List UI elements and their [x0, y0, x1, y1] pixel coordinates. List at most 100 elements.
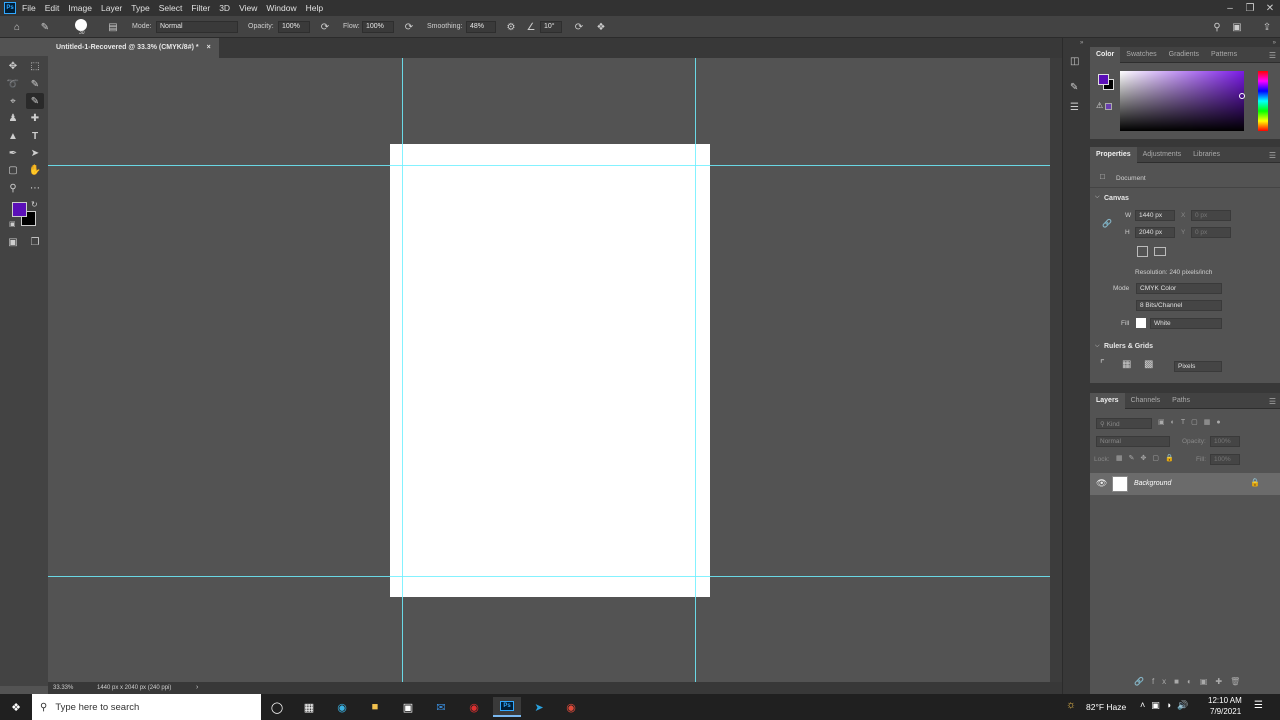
telegram-icon[interactable]: ➤ [527, 697, 551, 717]
weather-icon[interactable]: ☼ [1066, 699, 1076, 711]
lasso-tool-icon[interactable]: ➰ [4, 76, 22, 92]
dock-collapse-icon[interactable]: » [1273, 40, 1276, 46]
grid-icon[interactable]: ▦ [1122, 359, 1131, 370]
menu-filter[interactable]: Filter [191, 3, 210, 13]
opacity-input[interactable]: 100% [278, 21, 310, 33]
x-input[interactable]: 0 px [1191, 210, 1231, 221]
tab-libraries[interactable]: Libraries [1187, 147, 1226, 163]
y-input[interactable]: 0 px [1191, 227, 1231, 238]
lock-icon[interactable]: 🔒 [1250, 478, 1260, 487]
guide-vertical-right[interactable] [695, 58, 696, 682]
airbrush-icon[interactable]: ⟳ [402, 20, 416, 34]
app-red-icon[interactable]: ◉ [462, 697, 486, 717]
bit-depth-select[interactable]: 8 Bits/Channel [1136, 300, 1222, 311]
color-field[interactable] [1120, 71, 1244, 131]
pen-tool-icon[interactable]: ✒ [4, 145, 22, 161]
quick-mask-icon[interactable]: ▣ [4, 234, 22, 250]
move-tool-icon[interactable]: ✥ [4, 58, 22, 74]
brushes-panel-icon[interactable]: ✎ [1070, 82, 1078, 93]
flow-input[interactable]: 100% [362, 21, 394, 33]
file-explorer-icon[interactable]: ■ [363, 697, 387, 717]
zoom-level[interactable]: 33.33% [53, 685, 73, 691]
close-tab-icon[interactable]: × [207, 44, 211, 52]
color-mode-select[interactable]: CMYK Color [1136, 283, 1222, 294]
status-chevron-icon[interactable]: › [196, 684, 198, 691]
stamp-tool-icon[interactable]: ♟ [4, 110, 22, 126]
layer-fill-input[interactable]: 100% [1210, 454, 1240, 465]
collapse-arrows-icon[interactable]: » [1080, 40, 1083, 46]
guide-vertical-left[interactable] [402, 58, 403, 682]
hue-slider[interactable] [1258, 71, 1268, 131]
link-dimensions-icon[interactable]: 🔗 [1102, 219, 1112, 228]
width-input[interactable]: 1440 px [1135, 210, 1175, 221]
tab-layers[interactable]: Layers [1090, 392, 1125, 409]
healing-tool-icon[interactable]: ✚ [26, 110, 44, 126]
blend-mode-select[interactable]: Normal [1096, 436, 1170, 447]
rulers-grids-section-title[interactable]: Rulers & Grids [1104, 343, 1153, 350]
smoothing-input[interactable]: 48% [466, 21, 496, 33]
menu-file[interactable]: File [22, 3, 36, 13]
mode-select[interactable]: Normal [156, 21, 238, 33]
angle-icon[interactable]: ∠ [524, 20, 538, 34]
search-icon[interactable]: ⚲ [1210, 20, 1224, 34]
menu-type[interactable]: Type [131, 3, 149, 13]
history-icon[interactable]: ◫ [1070, 56, 1079, 67]
layer-filter-kind[interactable]: ⚲ Kind [1096, 418, 1152, 429]
document-tab[interactable]: Untitled-1-Recovered @ 33.3% (CMYK/8#) *… [48, 38, 219, 58]
angle-input[interactable]: 10° [540, 21, 562, 33]
crop-tool-icon[interactable]: ⌖ [4, 93, 22, 109]
menu-3d[interactable]: 3D [219, 3, 230, 13]
lock-icons[interactable]: ▦✎✥▢🔒 [1116, 454, 1180, 462]
color-panel-foreground-swatch[interactable] [1098, 74, 1109, 85]
restore-icon[interactable]: ❐ [1240, 0, 1260, 16]
color-picker-cursor[interactable] [1239, 93, 1245, 99]
close-icon[interactable]: ✕ [1260, 0, 1280, 16]
document-canvas[interactable] [390, 144, 710, 597]
gear-icon[interactable]: ⚙ [504, 20, 518, 34]
menu-window[interactable]: Window [266, 3, 296, 13]
chrome-icon[interactable]: ◉ [559, 697, 583, 717]
brush-preset-icon[interactable]: ✎ [38, 20, 52, 34]
mail-icon[interactable]: ✉ [429, 697, 453, 717]
symmetry-icon[interactable]: ❖ [594, 20, 608, 34]
taskbar-search-box[interactable]: ⚲ Type here to search [32, 694, 261, 720]
hand-tool-icon[interactable]: ✋ [26, 162, 44, 178]
tab-patterns[interactable]: Patterns [1205, 47, 1243, 63]
more-tools-icon[interactable]: ⋯ [26, 180, 44, 196]
clock-time[interactable]: 12:10 AM [1208, 696, 1242, 705]
gradient-tool-icon[interactable]: ▲ [4, 128, 22, 144]
guides-icon[interactable]: ▩ [1144, 359, 1153, 370]
type-tool-icon[interactable]: T [26, 128, 44, 144]
web-safe-swatch[interactable] [1105, 103, 1112, 110]
guide-horizontal-top[interactable] [48, 165, 1050, 166]
panel-menu-icon[interactable]: ☰ [1269, 397, 1276, 406]
home-icon[interactable]: ⌂ [10, 20, 24, 34]
swap-colors-icon[interactable]: ↻ [31, 200, 38, 209]
ruler-icon[interactable]: ⌜ [1100, 359, 1105, 370]
workspace-icon[interactable]: ▣ [1230, 20, 1244, 34]
photoshop-taskbar-icon[interactable]: Ps [493, 697, 521, 717]
adjustments-panel-icon[interactable]: ☰ [1070, 102, 1079, 113]
layer-row[interactable]: 👁 Background 🔒 [1090, 473, 1280, 495]
panel-menu-icon[interactable]: ☰ [1269, 51, 1276, 60]
menu-view[interactable]: View [239, 3, 257, 13]
layer-name[interactable]: Background [1134, 480, 1171, 487]
system-tray-icons[interactable]: ˄▣◑🔊 [1140, 700, 1194, 711]
photoshop-logo-icon[interactable]: Ps [4, 2, 16, 14]
layer-opacity-input[interactable]: 100% [1210, 436, 1240, 447]
tab-paths[interactable]: Paths [1166, 393, 1196, 409]
quick-select-tool-icon[interactable]: ✎ [26, 76, 44, 92]
tab-properties[interactable]: Properties [1090, 146, 1137, 163]
tab-gradients[interactable]: Gradients [1163, 47, 1205, 63]
chevron-down-icon[interactable]: ⌵ [1095, 194, 1100, 201]
eye-icon[interactable]: 👁 [1096, 478, 1107, 489]
fill-color-swatch[interactable] [1136, 318, 1146, 328]
landscape-orientation-icon[interactable] [1154, 247, 1166, 256]
default-colors-icon[interactable]: ▣ [9, 220, 16, 228]
menu-layer[interactable]: Layer [101, 3, 122, 13]
units-select[interactable]: Pixels [1174, 361, 1222, 372]
menu-image[interactable]: Image [68, 3, 92, 13]
zoom-tool-icon[interactable]: ⚲ [4, 180, 22, 196]
microsoft-store-icon[interactable]: ▣ [396, 697, 420, 717]
windows-start-icon[interactable]: ❖ [4, 697, 28, 717]
